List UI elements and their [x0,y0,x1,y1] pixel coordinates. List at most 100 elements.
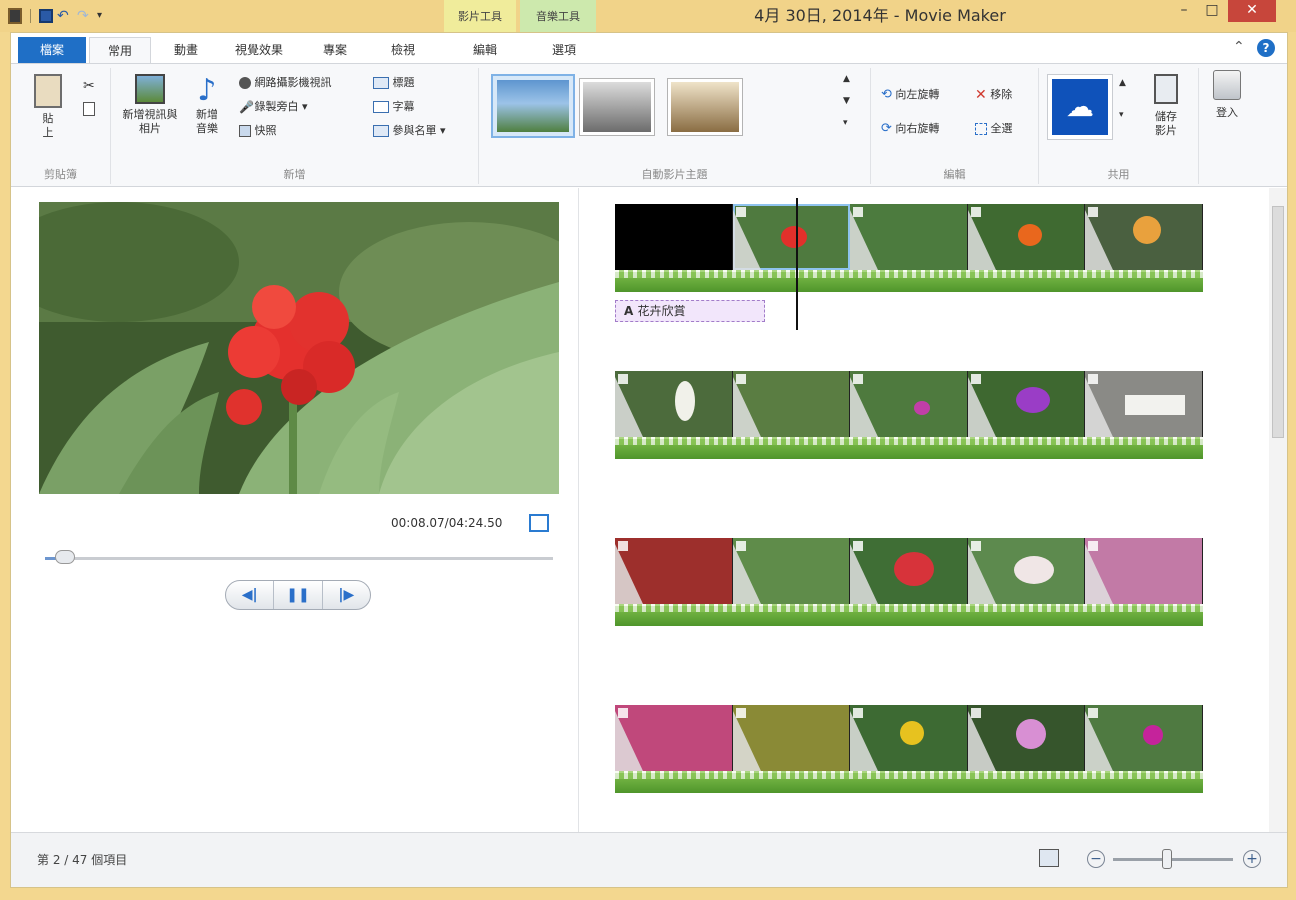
music-track[interactable] [615,270,1203,292]
clip-yellow-flower[interactable] [1085,204,1203,270]
pause-button[interactable]: ❚❚ [274,581,323,609]
music-track[interactable] [615,437,1203,459]
paste-button[interactable]: 貼上 [31,74,65,140]
undo-icon[interactable]: ↶ [57,9,73,23]
share-more-icon[interactable]: ▾ [1119,110,1124,120]
zoom-out-button[interactable]: − [1087,850,1105,868]
tab-animations[interactable]: 動畫 [156,37,216,63]
tab-options[interactable]: 選項 [523,37,605,63]
clip-pink-impatiens[interactable] [615,705,733,771]
themes-more-icon[interactable]: ▾ [843,118,848,128]
onedrive-icon: ☁ [1052,79,1108,135]
vertical-scrollbar[interactable] [1269,188,1287,832]
thumbnail-size-icon[interactable] [1039,849,1059,867]
clip-pink-flowers[interactable] [850,371,968,437]
tab-view[interactable]: 檢視 [371,37,435,63]
tab-visual-effects[interactable]: 視覺效果 [219,37,299,63]
themes-scroll-down-icon[interactable]: ▼ [843,96,850,106]
film-photo-icon [135,74,165,104]
rotate-left-button[interactable]: ⟲ 向左旋轉 [881,84,939,106]
sign-in-button[interactable]: 登入 [1207,70,1247,120]
group-add: 新增視訊與相片 ♪ 新增音樂 網路攝影機視訊 🎤 錄製旁白 ▾ 快照 標題 字幕… [111,68,479,184]
title-button[interactable]: 標題 [373,72,415,94]
zoom-slider-thumb[interactable] [1162,849,1172,869]
clip-red-blooms[interactable] [850,538,968,604]
remove-button[interactable]: ✕ 移除 [975,84,1012,106]
playhead[interactable] [796,198,798,330]
clip-black[interactable] [615,204,733,270]
tab-file[interactable]: 檔案 [18,37,86,63]
clip-red-canna[interactable] [732,204,851,270]
clip-purple-flowers[interactable] [967,371,1086,437]
tab-home[interactable]: 常用 [89,37,151,64]
tab-project[interactable]: 專案 [303,37,367,63]
zoom-slider[interactable] [1113,858,1233,861]
save-movie-button[interactable]: 儲存影片 [1143,74,1189,138]
copy-icon[interactable] [83,102,95,116]
credits-button[interactable]: 參與名單 ▾ [373,120,446,142]
select-all-icon [975,123,987,135]
customize-toolbar-icon[interactable]: ▾ [97,9,107,23]
record-narration-button[interactable]: 🎤 錄製旁白 ▾ [239,96,308,118]
select-all-button[interactable]: 全選 [975,118,1013,140]
webcam-video-button[interactable]: 網路攝影機視訊 [239,72,332,94]
sign-in-label: 登入 [1216,106,1238,119]
clip-yellow-field[interactable] [732,705,851,771]
zoom-in-button[interactable]: + [1243,850,1261,868]
collapse-ribbon-icon[interactable]: ⌃ [1233,39,1245,55]
close-button[interactable]: ✕ [1228,0,1276,22]
minimize-button[interactable]: – [1170,0,1198,22]
clip-green-shrubs[interactable] [850,204,968,270]
theme-thumbnail [671,82,739,132]
clip-pink-begonias[interactable] [1085,538,1203,604]
onedrive-share-button[interactable]: ☁ [1047,74,1113,140]
transition-icon [1088,374,1099,384]
clip-orange-flower[interactable] [967,204,1086,270]
clip-meadow[interactable] [732,371,851,437]
clip-leafy-plants[interactable] [732,538,851,604]
app-icon[interactable] [8,8,22,24]
redo-icon[interactable]: ↷ [77,9,93,23]
save-movie-icon [1154,74,1178,104]
caption-block[interactable]: A 花卉欣賞 [615,300,765,322]
save-icon[interactable] [39,9,53,23]
theme-sepia[interactable] [667,78,743,136]
clip-white-begonias[interactable] [967,538,1086,604]
clip-garden-display[interactable] [1085,371,1203,437]
theme-black-white[interactable] [579,78,655,136]
cut-icon[interactable]: ✂ [83,78,95,94]
clip-magenta-flower[interactable] [1085,705,1203,771]
window-title: 4月 30日, 2014年 - Movie Maker [754,6,1006,25]
credits-label: 參與名單 [392,124,437,137]
music-track[interactable] [615,771,1203,793]
clip-red-begonias[interactable] [615,538,733,604]
maximize-button[interactable]: □ [1198,0,1226,22]
theme-default[interactable] [491,74,575,138]
seek-bar[interactable] [45,557,553,560]
add-music-button[interactable]: ♪ 新增音樂 [187,74,227,136]
add-music-label: 新增音樂 [196,108,218,135]
add-videos-photos-button[interactable]: 新增視訊與相片 [119,74,181,136]
video-preview[interactable] [39,202,559,494]
share-scroll-up-icon[interactable]: ▲ [1119,78,1126,88]
clip-pink-cosmos[interactable] [967,705,1086,771]
next-frame-button[interactable]: |▶ [323,581,370,609]
snapshot-button[interactable]: 快照 [239,120,277,142]
themes-scroll-up-icon[interactable]: ▲ [843,74,850,84]
transition-icon [853,541,864,551]
caption-button[interactable]: 字幕 [373,96,415,118]
tab-edit[interactable]: 編輯 [447,37,523,63]
help-icon[interactable]: ? [1257,39,1275,57]
group-share: ☁ ▲ ▾ 儲存影片 共用 [1039,68,1199,184]
scrollbar-thumb[interactable] [1272,206,1284,438]
clip-yellow-flower[interactable] [850,705,968,771]
transition-icon [618,541,628,551]
music-track[interactable] [615,604,1203,626]
rotate-right-button[interactable]: ⟳ 向右旋轉 [881,118,939,140]
previous-frame-button[interactable]: ◀| [226,581,275,609]
rotate-left-icon: ⟲ [881,87,892,102]
seek-thumb[interactable] [55,550,75,564]
fullscreen-icon[interactable] [529,514,549,532]
clip-white-lilies[interactable] [615,371,733,437]
user-icon [1213,70,1241,100]
